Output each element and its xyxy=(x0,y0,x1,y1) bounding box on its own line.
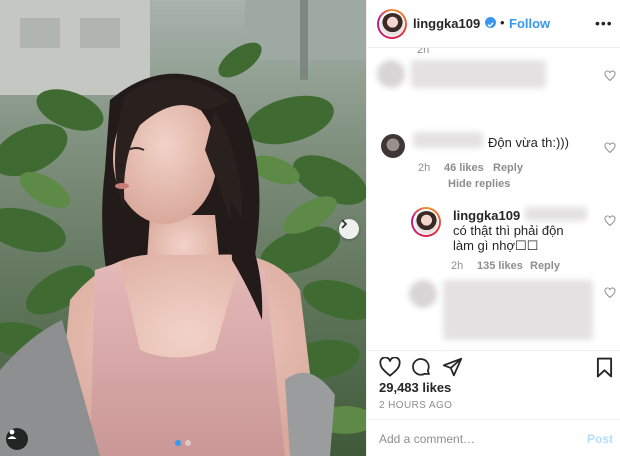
comment-input[interactable] xyxy=(379,431,569,447)
post-comment-button[interactable]: Post xyxy=(587,432,613,446)
reply-button[interactable]: Reply xyxy=(530,260,560,272)
heart-icon[interactable] xyxy=(604,287,616,299)
post-actions: 29,483 likes 2 HOURS AGO Post xyxy=(367,350,620,456)
post-header: lingg​ka109 • Follow ••• xyxy=(367,0,620,48)
reply-username[interactable]: linggka109 xyxy=(453,208,520,223)
blurred-mention xyxy=(525,207,587,221)
carousel-dot-active xyxy=(175,440,181,446)
reply-text: có thật thì phải độn làm gì nhợ☐☐ xyxy=(453,223,564,253)
comment-time: 2h xyxy=(418,162,431,174)
post-media[interactable] xyxy=(0,0,366,456)
reply-button[interactable]: Reply xyxy=(493,162,523,174)
comments-list[interactable]: 2h Độn vừa th:))) 2h 46 likes Reply Hide… xyxy=(367,48,620,350)
share-icon[interactable] xyxy=(442,357,463,378)
comment-likes[interactable]: 46 likes xyxy=(444,162,484,174)
heart-icon[interactable] xyxy=(604,142,616,154)
commenter-avatar[interactable] xyxy=(381,134,405,158)
user-tag-icon xyxy=(7,429,17,439)
comment-time: 2h xyxy=(417,48,430,56)
carousel-next-button[interactable] xyxy=(339,219,359,239)
reply-likes[interactable]: 135 likes xyxy=(477,260,523,272)
follow-button[interactable]: Follow xyxy=(509,16,550,31)
heart-icon[interactable] xyxy=(379,357,401,377)
carousel-dots xyxy=(0,440,366,446)
header-separator: • xyxy=(500,15,505,30)
heart-icon[interactable] xyxy=(604,215,616,227)
user-tag-button[interactable] xyxy=(6,428,28,450)
carousel-dot xyxy=(185,440,191,446)
author-username[interactable]: lingg​ka109 xyxy=(413,16,480,31)
blurred-avatar xyxy=(377,60,405,88)
post-sidebar: lingg​ka109 • Follow ••• 2h Độn vừa th:)… xyxy=(366,0,620,456)
post-photo xyxy=(0,0,366,456)
blurred-comment xyxy=(411,60,546,88)
author-avatar[interactable] xyxy=(377,9,407,39)
reply-time: 2h xyxy=(451,260,464,272)
post-timestamp[interactable]: 2 HOURS AGO xyxy=(379,400,452,411)
post-like-count[interactable]: 29,483 likes xyxy=(379,380,451,395)
bookmark-icon[interactable] xyxy=(596,357,613,378)
add-comment-bar: Post xyxy=(367,419,620,456)
comment-icon[interactable] xyxy=(411,357,432,378)
blurred-avatar xyxy=(409,280,437,308)
hide-replies-button[interactable]: Hide replies xyxy=(448,178,510,190)
reply-author-avatar[interactable] xyxy=(411,207,441,237)
chevron-right-icon xyxy=(341,219,348,229)
comment-text: Độn vừa th:))) xyxy=(488,135,569,150)
heart-icon[interactable] xyxy=(604,70,616,82)
verified-badge-icon xyxy=(485,17,496,28)
blurred-comment xyxy=(443,280,593,340)
more-options-icon[interactable]: ••• xyxy=(595,15,613,31)
blurred-username xyxy=(413,132,483,148)
